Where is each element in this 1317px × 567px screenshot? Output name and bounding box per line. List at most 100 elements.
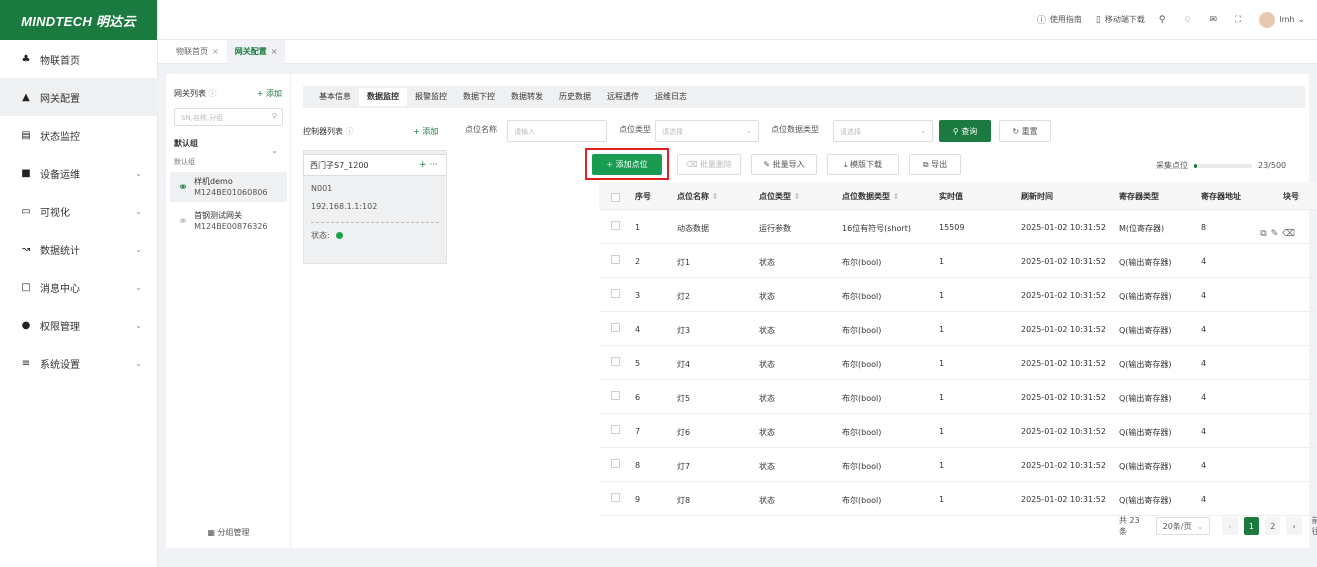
gateway-icon: ▲ [22, 91, 30, 103]
tab-data-monitor[interactable]: 数据监控 [359, 88, 407, 106]
reset-button[interactable]: ↻ 重置 [999, 120, 1051, 142]
point-dtype-placeholder: 请选择 [840, 128, 861, 136]
row-checkbox[interactable] [611, 425, 620, 434]
search-button[interactable]: ⚲ [1159, 15, 1170, 25]
close-icon[interactable]: × [271, 47, 278, 56]
group-name[interactable]: 默认组 [174, 138, 198, 149]
sidebar-item-system-settings[interactable]: ≡ 系统设置 ⌄ [0, 344, 158, 382]
col-data-type[interactable]: 点位数据类型 ⇕ [842, 191, 900, 202]
cell-point-type: 状态 [759, 326, 775, 335]
mobile-download-link[interactable]: ▯ 移动端下载 [1096, 14, 1145, 25]
controller-list-title: 控制器列表 ⓘ [303, 126, 354, 137]
tab-remote-passthrough[interactable]: 远程透传 [599, 88, 647, 106]
group-subtitle: 默认组 [174, 158, 195, 166]
gateway-item[interactable]: ⚭ 首钢测试网关 M124BE00876326 [170, 206, 287, 236]
sidebar-item-permissions[interactable]: ● 权限管理 ⌄ [0, 306, 158, 344]
sidebar-item-home[interactable]: ♣ 物联首页 [0, 40, 158, 78]
cell-realtime-value: 1 [939, 495, 945, 504]
gateway-list-title-text: 网关列表 [174, 89, 206, 98]
row-checkbox[interactable] [611, 221, 620, 230]
cell-refresh-time: 2025-01-02 10:31:52 [1021, 427, 1106, 436]
gateway-name: 首钢测试网关 [194, 211, 243, 220]
next-page-button[interactable]: › [1286, 517, 1302, 535]
cell-register-type: Q(输出寄存器) [1119, 292, 1172, 301]
cell-realtime-value: 1 [939, 257, 945, 266]
cell-index: 4 [635, 325, 641, 334]
sidebar-item-gateway-config[interactable]: ▲ 网关配置 [0, 78, 158, 116]
guide-link[interactable]: ⓘ 使用指南 [1037, 13, 1082, 26]
row-checkbox[interactable] [611, 255, 620, 264]
batch-delete-button[interactable]: ⌫ 批量删除 [677, 154, 741, 175]
gateway-search-input[interactable]: SN,名称,分组 ⚲ [174, 108, 283, 126]
table-row: 5 灯4 状态 布尔(bool) 1 2025-01-02 10:31:52 Q(输出寄存器… [599, 346, 1317, 380]
refresh-icon: ↻ [1012, 126, 1020, 136]
row-checkbox[interactable] [611, 357, 620, 366]
collect-progress-fill [1194, 163, 1197, 168]
help-icon: ⓘ [208, 89, 217, 98]
tab-gateway-config[interactable]: 网关配置 × [226, 39, 286, 64]
page-size-select[interactable]: 20条/页 ⌄ [1155, 517, 1211, 535]
cell-register-address: 4 [1201, 257, 1207, 266]
cell-register-address: 4 [1201, 325, 1207, 334]
sidebar-item-statistics[interactable]: ↝ 数据统计 ⌄ [0, 230, 158, 268]
search-icon: ⚲ [1158, 14, 1166, 25]
user-menu[interactable]: lmh ⌄ [1259, 11, 1309, 28]
add-gateway-button[interactable]: + 添加 [257, 88, 282, 99]
sidebar-item-messages[interactable]: □ 消息中心 ⌄ [0, 268, 158, 306]
delete-icon: ⌫ [686, 160, 698, 169]
cell-index: 9 [635, 495, 641, 504]
prev-page-button[interactable]: ‹ [1222, 517, 1238, 535]
row-checkbox[interactable] [611, 459, 620, 468]
fullscreen-button[interactable]: ⛶ [1235, 15, 1245, 25]
select-all-checkbox[interactable] [611, 193, 620, 202]
query-button[interactable]: ⚲ 查询 [939, 120, 991, 142]
template-download-label: 模版下载 [850, 160, 883, 169]
tab-data-control[interactable]: 数据下控 [455, 88, 503, 106]
gateway-item[interactable]: ⚭ 样机demo M124BE01060806 [170, 172, 287, 202]
point-name-input[interactable]: 请输入 [507, 120, 607, 142]
cell-index: 7 [635, 427, 641, 436]
col-point-type[interactable]: 点位类型 ⇕ [759, 191, 801, 202]
controller-select[interactable]: 西门子S7_1200 + ··· [303, 154, 447, 176]
sidebar-item-label: 网关配置 [40, 93, 80, 105]
tab-home[interactable]: 物联首页 × [168, 40, 227, 64]
cell-refresh-time: 2025-01-02 10:31:52 [1021, 359, 1106, 368]
notification-button[interactable]: ♢ [1183, 15, 1195, 25]
page-2-button[interactable]: 2 [1265, 517, 1281, 535]
tab-alarm-monitor[interactable]: 报警监控 [407, 88, 455, 106]
col-point-name-label: 点位名称 [677, 192, 709, 201]
point-type-select[interactable]: 请选择 ⌄ [655, 120, 759, 142]
row-checkbox[interactable] [611, 391, 620, 400]
col-point-name[interactable]: 点位名称 ⇕ [677, 191, 719, 202]
close-icon[interactable]: × [212, 47, 219, 56]
batch-import-button[interactable]: ✎ 批量导入 [751, 154, 817, 175]
cell-index: 8 [635, 461, 641, 470]
more-icon[interactable]: + ··· [419, 160, 438, 170]
row-checkbox[interactable] [611, 493, 620, 502]
tab-basic-info[interactable]: 基本信息 [311, 88, 359, 106]
row-checkbox[interactable] [611, 323, 620, 332]
sidebar-item-visualization[interactable]: ▭ 可视化 ⌄ [0, 192, 158, 230]
point-dtype-select[interactable]: 请选择 ⌄ [833, 120, 933, 142]
tab-data-forward[interactable]: 数据转发 [503, 88, 551, 106]
chevron-down-icon: ⌄ [1196, 521, 1204, 531]
tab-history[interactable]: 历史数据 [551, 88, 599, 106]
sidebar-item-status-monitor[interactable]: ▤ 状态监控 [0, 116, 158, 154]
point-type-placeholder: 请选择 [662, 128, 683, 136]
col-register-address: 寄存器地址 [1201, 192, 1241, 201]
sidebar-item-device-ops[interactable]: ■ 设备运维 ⌄ [0, 154, 158, 192]
cell-realtime-value: 1 [939, 427, 945, 436]
row-checkbox[interactable] [611, 289, 620, 298]
group-management-button[interactable]: ▦ 分组管理 [166, 527, 291, 538]
message-button[interactable]: ✉ [1210, 15, 1222, 25]
goto-label: 前往 [1311, 516, 1317, 536]
help-icon: ⓘ [345, 127, 354, 136]
cell-register-type: Q(输出寄存器) [1119, 326, 1172, 335]
export-button[interactable]: ⧉ 导出 [909, 154, 961, 175]
template-download-button[interactable]: ⤓ 模版下载 [827, 154, 899, 175]
chevron-down-icon[interactable]: ⌄ [271, 146, 278, 155]
add-controller-button[interactable]: + 添加 [413, 126, 438, 137]
gateway-sn: M124BE00876326 [194, 222, 268, 231]
tab-ops-log[interactable]: 运维日志 [647, 88, 695, 106]
page-1-button[interactable]: 1 [1243, 517, 1260, 535]
